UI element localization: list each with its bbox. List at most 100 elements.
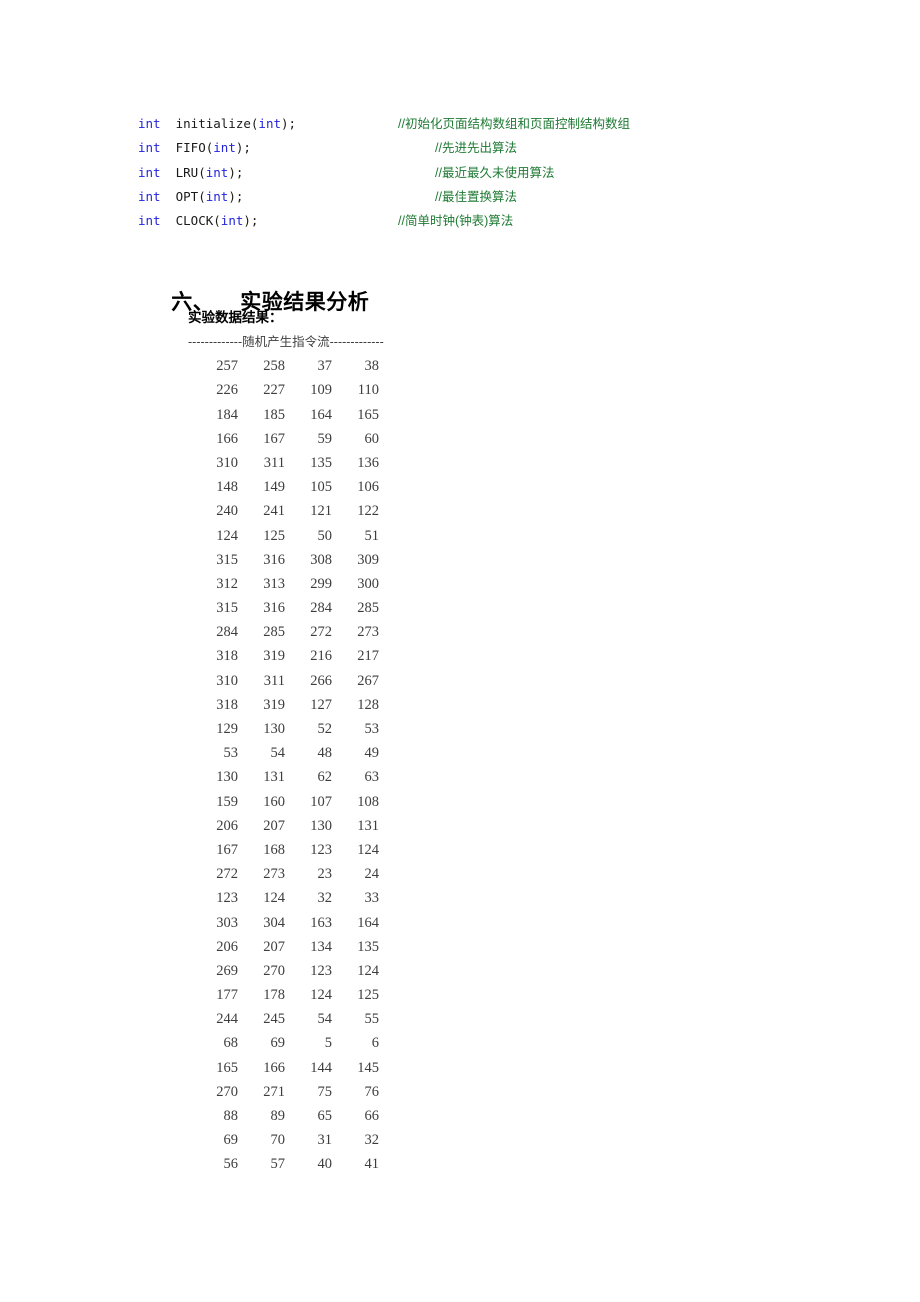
table-row: 206 207 134 135 — [188, 935, 384, 959]
table-cell: 318 — [216, 648, 238, 665]
table-cell: 303 — [216, 914, 238, 931]
table-cell: 168 — [263, 841, 285, 858]
table-cell: 5 — [324, 1035, 332, 1052]
table-cell: 285 — [263, 624, 285, 641]
table-cell: 124 — [357, 962, 379, 979]
table-cell: 37 — [317, 358, 333, 375]
table-cell: 185 — [263, 406, 285, 423]
table-cell: 272 — [310, 624, 332, 641]
table-cell: 57 — [270, 1156, 286, 1173]
table-cell: 178 — [263, 987, 285, 1004]
table-cell: 270 — [263, 962, 285, 979]
table-row: 284 285 272 273 — [188, 620, 384, 644]
table-cell: 51 — [364, 527, 380, 544]
table-cell: 123 — [216, 890, 238, 907]
code-param-type: int — [205, 164, 229, 180]
table-row: 310 311 135 136 — [188, 451, 384, 475]
table-cell: 134 — [310, 938, 332, 955]
table-row: 318 319 216 217 — [188, 644, 384, 668]
table-cell: 310 — [216, 454, 238, 471]
table-row: 318 319 127 128 — [188, 693, 384, 717]
instruction-stream-table: 257 258 37 38 226 227 109 110 184 185 164 165 166 167… — [188, 354, 384, 1176]
table-cell: 316 — [263, 600, 285, 617]
code-declaration-end: ); — [243, 213, 259, 229]
table-cell: 88 — [223, 1108, 239, 1124]
code-line: int OPT(int); //最佳置换算法 — [138, 185, 838, 209]
table-cell: 184 — [216, 406, 238, 423]
table-cell: 55 — [364, 1011, 380, 1028]
code-return-type: int — [138, 164, 161, 180]
table-cell: 163 — [310, 914, 332, 931]
table-cell: 69 — [270, 1035, 286, 1052]
table-row: 269 270 123 124 — [188, 959, 384, 983]
code-declaration: int LRU(int); — [138, 161, 243, 185]
table-cell: 63 — [364, 769, 380, 786]
table-cell: 24 — [364, 866, 380, 883]
table-cell: 148 — [216, 479, 238, 496]
table-cell: 6 — [371, 1035, 379, 1052]
table-row: 315 316 284 285 — [188, 596, 384, 620]
table-cell: 315 — [216, 551, 238, 568]
table-cell: 257 — [216, 358, 238, 375]
code-line: int CLOCK(int); //简单时钟(钟表)算法 — [138, 209, 838, 233]
table-row: 56 57 40 41 — [188, 1152, 384, 1176]
table-cell: 69 — [223, 1132, 239, 1149]
code-function-name: OPT( — [160, 188, 206, 204]
table-row: 270 271 75 76 — [188, 1080, 384, 1104]
table-cell: 164 — [310, 406, 332, 423]
table-cell: 164 — [357, 914, 379, 931]
code-param-type: int — [213, 140, 236, 156]
table-cell: 299 — [310, 575, 332, 592]
table-cell: 160 — [263, 793, 285, 810]
table-cell: 315 — [216, 600, 238, 617]
code-comment: //简单时钟(钟表)算法 — [398, 214, 514, 229]
document-page: int initialize(int);//初始化页面结构数组和页面控制结构数组… — [0, 0, 920, 1302]
table-cell: 33 — [364, 890, 380, 907]
table-cell: 318 — [216, 696, 238, 713]
code-declaration-end: ); — [228, 164, 244, 180]
table-row: 272 273 23 24 — [188, 862, 384, 886]
table-cell: 109 — [310, 382, 332, 399]
table-cell: 313 — [263, 575, 285, 592]
code-comment: //初始化页面结构数组和页面控制结构数组 — [398, 117, 630, 131]
table-cell: 319 — [263, 696, 285, 713]
table-cell: 149 — [263, 479, 285, 496]
table-cell: 125 — [263, 527, 285, 544]
table-cell: 165 — [357, 406, 379, 423]
code-param-type: int — [220, 213, 244, 229]
table-cell: 319 — [263, 648, 285, 665]
code-block: int initialize(int);//初始化页面结构数组和页面控制结构数组… — [138, 112, 838, 233]
code-param-type: int — [258, 116, 281, 131]
table-cell: 207 — [263, 938, 285, 955]
table-cell: 53 — [364, 721, 380, 737]
table-cell: 48 — [317, 745, 333, 762]
table-cell: 121 — [310, 503, 332, 520]
table-row: 165 166 144 145 — [188, 1056, 384, 1080]
table-cell: 40 — [317, 1156, 333, 1173]
code-return-type: int — [138, 116, 161, 131]
table-cell: 304 — [263, 914, 285, 931]
table-cell: 56 — [223, 1156, 239, 1173]
table-cell: 308 — [310, 551, 332, 568]
table-cell: 54 — [317, 1011, 333, 1028]
table-cell: 32 — [364, 1132, 380, 1149]
table-cell: 52 — [317, 721, 333, 737]
table-row: 257 258 37 38 — [188, 354, 384, 378]
table-cell: 167 — [263, 430, 285, 447]
table-row: 69 70 31 32 — [188, 1128, 384, 1152]
table-cell: 166 — [263, 1059, 285, 1076]
table-cell: 89 — [270, 1108, 286, 1124]
table-cell: 271 — [263, 1083, 285, 1100]
code-declaration: int OPT(int); — [138, 185, 243, 209]
table-cell: 68 — [223, 1035, 239, 1052]
code-param-type: int — [205, 188, 229, 204]
table-cell: 270 — [216, 1083, 238, 1100]
table-cell: 107 — [310, 793, 332, 810]
section-heading: 六、 实验结果分析 — [140, 262, 369, 340]
table-row: 177 178 124 125 — [188, 983, 384, 1007]
table-cell: 145 — [357, 1059, 379, 1076]
table-cell: 227 — [263, 382, 285, 399]
table-cell: 106 — [357, 479, 379, 496]
table-cell: 38 — [364, 358, 380, 375]
table-cell: 59 — [317, 430, 333, 447]
